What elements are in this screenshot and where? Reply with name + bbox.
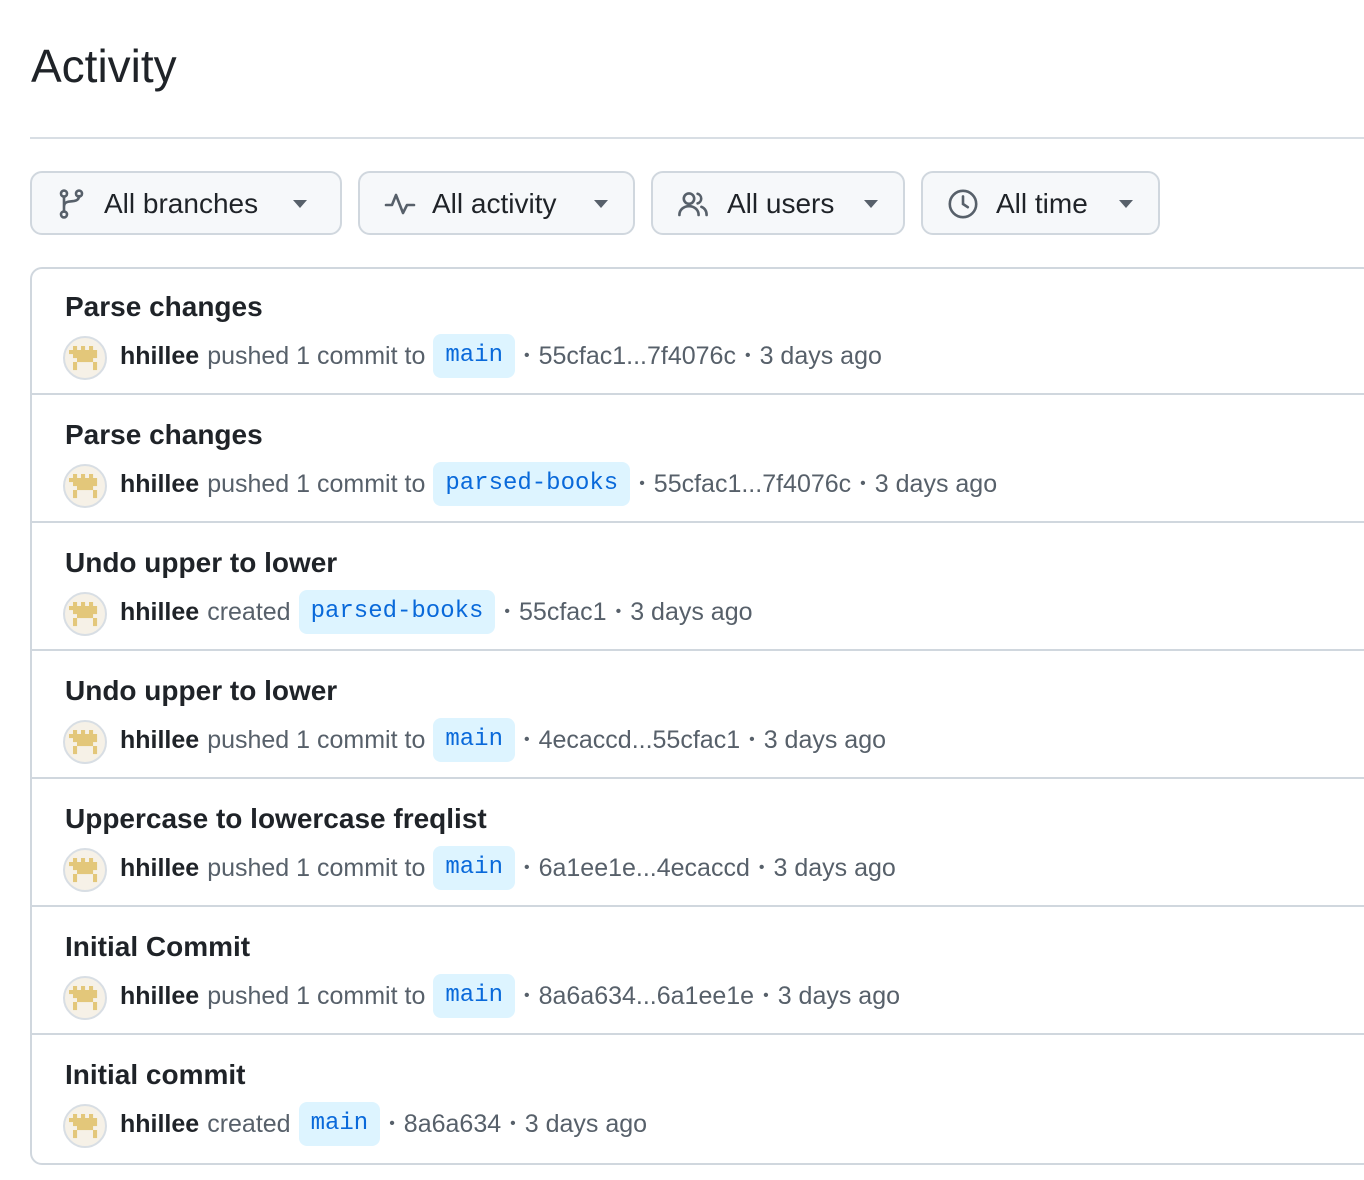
branch-label[interactable]: parsed-books xyxy=(298,590,496,634)
activity-page: Activity All branches All activity All u… xyxy=(0,0,1364,1180)
avatar[interactable] xyxy=(63,720,107,764)
branch-label[interactable]: main xyxy=(298,1102,381,1146)
chevron-down-icon xyxy=(864,200,878,208)
relative-time: 3 days ago xyxy=(524,1109,648,1138)
activity-action: created xyxy=(207,1109,291,1138)
branches-filter-label: All branches xyxy=(104,188,259,219)
activity-meta: hhillee pushed 1 commit to main • 8a6a634...… xyxy=(120,974,900,1018)
page-title: Activity xyxy=(31,40,177,92)
username-link[interactable]: hhillee xyxy=(120,1110,199,1139)
bullet-separator: • xyxy=(523,347,530,364)
activity-item: Initial Commit hhillee pushed 1 commit to m… xyxy=(32,907,1364,1035)
commit-range-link[interactable]: 6a1ee1e...4ecaccd xyxy=(539,854,750,883)
activity-item: Undo upper to lower hhillee created parsed-… xyxy=(32,523,1364,651)
avatar[interactable] xyxy=(63,464,107,508)
branches-filter-button[interactable]: All branches xyxy=(30,171,342,235)
title-divider xyxy=(30,137,1364,139)
activity-meta: hhillee created main • 8a6a634 • 3 days ago xyxy=(120,1102,647,1146)
username-link[interactable]: hhillee xyxy=(120,854,199,883)
clock-icon xyxy=(948,189,978,219)
bullet-separator: • xyxy=(615,603,622,620)
activity-action: pushed 1 commit to xyxy=(207,981,426,1010)
avatar[interactable] xyxy=(63,976,107,1020)
activity-item: Parse changes hhillee pushed 1 commit to pa… xyxy=(32,395,1364,523)
activity-item: Initial commit hhillee created main • 8a6a634… xyxy=(32,1035,1364,1163)
bullet-separator: • xyxy=(860,475,866,492)
username-link[interactable]: hhillee xyxy=(120,598,199,627)
git-branch-icon xyxy=(59,189,84,219)
activity-action: created xyxy=(207,597,291,626)
activity-title[interactable]: Initial commit xyxy=(65,1057,245,1093)
username-link[interactable]: hhillee xyxy=(120,470,199,499)
avatar[interactable] xyxy=(63,336,107,380)
bullet-separator: • xyxy=(523,859,530,876)
activity-item: Undo upper to lower hhillee pushed 1 commi… xyxy=(32,651,1364,779)
chevron-down-icon xyxy=(594,200,608,208)
commit-range-link[interactable]: 55cfac1 xyxy=(519,598,607,627)
activity-meta: hhillee pushed 1 commit to parsed-books • 55… xyxy=(120,462,997,506)
activity-list: Parse changes hhillee pushed 1 commit to ma… xyxy=(30,267,1364,1165)
users-filter-button[interactable]: All users xyxy=(651,171,905,235)
branch-label[interactable]: main xyxy=(433,974,515,1018)
branch-label[interactable]: main xyxy=(433,334,515,378)
bullet-separator: • xyxy=(744,347,751,364)
users-filter-label: All users xyxy=(727,188,835,219)
relative-time: 3 days ago xyxy=(777,981,901,1010)
branch-label[interactable]: main xyxy=(433,718,515,762)
activity-action: pushed 1 commit to xyxy=(207,725,426,754)
commit-range-link[interactable]: 8a6a634 xyxy=(404,1110,501,1139)
time-filter-label: All time xyxy=(996,188,1088,219)
avatar[interactable] xyxy=(63,848,107,892)
commit-range-link[interactable]: 55cfac1...7f4076c xyxy=(654,470,851,499)
relative-time: 3 days ago xyxy=(763,725,887,754)
relative-time: 3 days ago xyxy=(630,597,753,626)
activity-filter-button[interactable]: All activity xyxy=(358,171,635,235)
activity-title[interactable]: Uppercase to lowercase freqlist xyxy=(65,801,487,837)
activity-item: Uppercase to lowercase freqlist hhillee pu… xyxy=(32,779,1364,907)
branch-label[interactable]: parsed-books xyxy=(433,462,631,506)
branch-label[interactable]: main xyxy=(433,846,515,890)
activity-meta: hhillee pushed 1 commit to main • 55cfac1...… xyxy=(120,334,882,378)
relative-time: 3 days ago xyxy=(759,341,882,370)
commit-range-link[interactable]: 4ecaccd...55cfac1 xyxy=(539,726,741,755)
bullet-separator: • xyxy=(523,987,530,1004)
bullet-separator: • xyxy=(763,987,769,1004)
bullet-separator: • xyxy=(523,731,530,748)
bullet-separator: • xyxy=(504,603,511,620)
avatar[interactable] xyxy=(63,1104,107,1148)
activity-title[interactable]: Undo upper to lower xyxy=(65,673,337,709)
bullet-separator: • xyxy=(749,731,755,748)
bullet-separator: • xyxy=(389,1115,395,1132)
activity-filter-label: All activity xyxy=(432,188,557,219)
activity-title[interactable]: Parse changes xyxy=(65,417,263,453)
people-icon xyxy=(678,192,708,217)
activity-title[interactable]: Undo upper to lower xyxy=(65,545,337,581)
bullet-separator: • xyxy=(510,1115,516,1132)
activity-action: pushed 1 commit to xyxy=(207,341,426,370)
activity-meta: hhillee pushed 1 commit to main • 4ecaccd...… xyxy=(120,718,886,762)
username-link[interactable]: hhillee xyxy=(120,726,199,755)
chevron-down-icon xyxy=(1119,200,1133,208)
chevron-down-icon xyxy=(293,200,307,208)
activity-meta: hhillee created parsed-books • 55cfac1 • 3 day… xyxy=(120,590,753,634)
time-filter-button[interactable]: All time xyxy=(921,171,1160,235)
commit-range-link[interactable]: 55cfac1...7f4076c xyxy=(539,342,736,371)
commit-range-link[interactable]: 8a6a634...6a1ee1e xyxy=(539,982,755,1011)
username-link[interactable]: hhillee xyxy=(120,342,199,371)
activity-item: Parse changes hhillee pushed 1 commit to ma… xyxy=(32,267,1364,395)
bullet-separator: • xyxy=(639,475,645,492)
pulse-icon xyxy=(384,193,416,215)
activity-title[interactable]: Parse changes xyxy=(65,289,263,325)
bullet-separator: • xyxy=(758,859,765,876)
activity-action: pushed 1 commit to xyxy=(207,853,426,882)
activity-meta: hhillee pushed 1 commit to main • 6a1ee1e...… xyxy=(120,846,896,890)
relative-time: 3 days ago xyxy=(773,853,896,882)
activity-title[interactable]: Initial Commit xyxy=(65,929,250,965)
avatar[interactable] xyxy=(63,592,107,636)
relative-time: 3 days ago xyxy=(874,469,998,498)
username-link[interactable]: hhillee xyxy=(120,982,199,1011)
activity-action: pushed 1 commit to xyxy=(207,469,426,498)
